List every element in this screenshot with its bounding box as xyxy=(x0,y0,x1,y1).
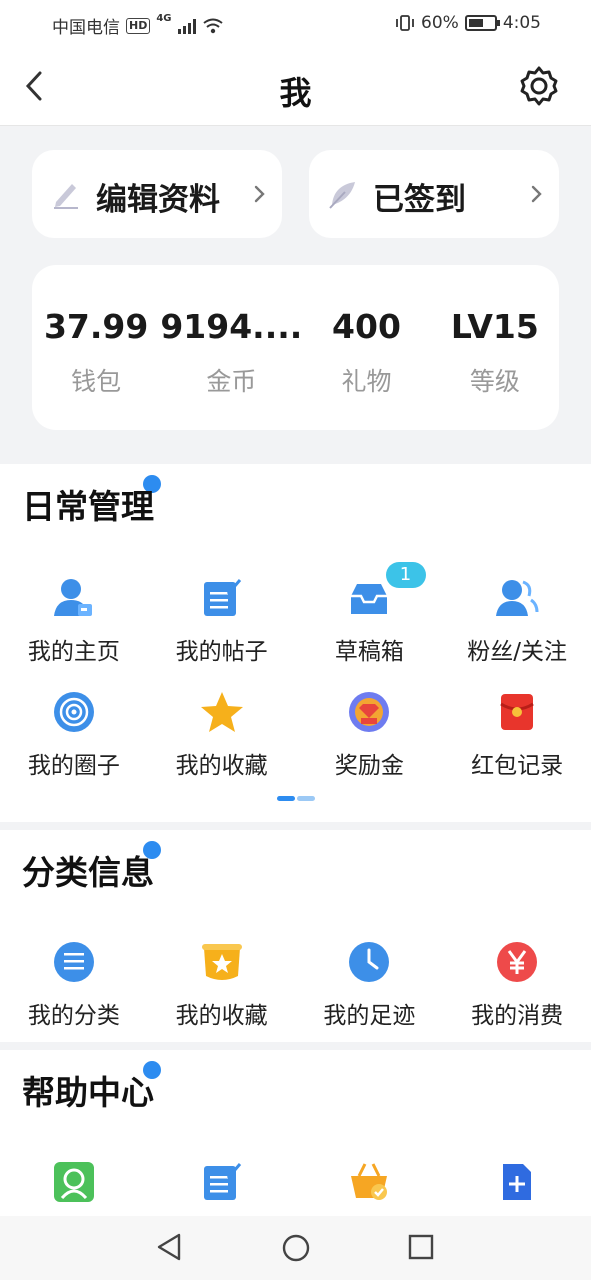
system-home-icon[interactable] xyxy=(281,1233,311,1263)
page-indicator xyxy=(277,796,315,801)
battery-icon xyxy=(464,15,500,31)
grid-item-my-category[interactable]: 我的分类 xyxy=(0,940,148,1054)
user-search-icon xyxy=(53,1162,94,1202)
page-title: 我 xyxy=(279,74,312,112)
daily-grid: 我的主页 我的帖子 1 草稿箱 粉丝/关注 我的圈子 我的收藏 奖励金 红包记录 xyxy=(0,562,591,804)
followers-icon xyxy=(496,580,539,616)
network-type: 4G xyxy=(156,13,172,24)
grid-item-followers[interactable]: 粉丝/关注 xyxy=(443,576,591,690)
grid-item-label: 粉丝/关注 xyxy=(467,639,567,665)
section-title: 帮助中心 xyxy=(22,1073,154,1112)
favorite-box-icon xyxy=(201,944,242,980)
section-title: 分类信息 xyxy=(22,853,154,892)
grid-item-drafts[interactable]: 1 草稿箱 xyxy=(296,562,444,690)
system-back-icon[interactable] xyxy=(155,1232,183,1262)
stat-gifts[interactable]: 400 礼物 xyxy=(302,265,430,430)
inbox-tray-icon xyxy=(351,584,388,614)
red-envelope-icon xyxy=(500,694,534,730)
category-grid: 我的分类 我的收藏 我的足迹 我的消费 xyxy=(0,940,591,1054)
vibrate-icon xyxy=(396,15,414,31)
top-action-cards: 编辑资料 已签到 xyxy=(32,150,559,238)
basket-check-icon xyxy=(351,1163,388,1200)
chevron-right-icon xyxy=(531,185,542,203)
circle-target-icon xyxy=(53,692,94,732)
stat-value: LV15 xyxy=(450,307,539,346)
stat-level[interactable]: LV15 等级 xyxy=(431,265,559,430)
system-nav-bar xyxy=(0,1216,591,1280)
post-edit-icon xyxy=(203,579,241,616)
top-nav-bar: 我 xyxy=(0,48,591,126)
stat-value: 400 xyxy=(332,307,401,346)
grid-item-my-circle[interactable]: 我的圈子 xyxy=(0,690,148,804)
grid-item-label: 我的帖子 xyxy=(175,639,268,665)
stat-value: 37.99 xyxy=(43,307,149,346)
grid-item-label: 我的足迹 xyxy=(323,1003,416,1029)
battery-percent: 60% xyxy=(421,13,459,33)
stat-label: 礼物 xyxy=(341,367,392,396)
draft-count-badge: 1 xyxy=(385,562,426,588)
grid-item-my-posts[interactable]: 我的帖子 xyxy=(148,576,296,690)
section-title: 日常管理 xyxy=(22,487,154,526)
edit-profile-label: 编辑资料 xyxy=(96,182,220,218)
stat-label: 等级 xyxy=(469,367,520,396)
file-add-icon xyxy=(503,1164,532,1200)
clock-icon xyxy=(349,942,390,982)
stats-card: 37.99 钱包 9194.... 金币 400 礼物 LV15 等级 xyxy=(32,265,559,430)
user-card-icon xyxy=(53,579,92,616)
chevron-right-icon xyxy=(254,185,265,203)
status-bar: 中国电信 HD 4G 60% 4:05 xyxy=(0,0,591,48)
grid-item-label: 我的收藏 xyxy=(175,1003,268,1029)
grid-item-label: 我的分类 xyxy=(27,1003,120,1029)
stat-wallet[interactable]: 37.99 钱包 xyxy=(32,265,160,430)
stat-value: 9194.... xyxy=(160,307,303,346)
system-recents-icon[interactable] xyxy=(408,1234,434,1260)
carrier-name: 中国电信 xyxy=(52,18,120,38)
stat-coins[interactable]: 9194.... 金币 xyxy=(160,265,302,430)
feather-icon xyxy=(329,182,355,209)
stat-label: 钱包 xyxy=(71,367,122,396)
checked-in-label: 已签到 xyxy=(373,182,466,218)
category-info-section: 分类信息 我的分类 我的收藏 我的足迹 我的消费 xyxy=(0,830,591,1042)
grid-item-label: 我的消费 xyxy=(471,1003,564,1029)
grid-item-label: 我的主页 xyxy=(27,639,120,665)
grid-item-my-footprint[interactable]: 我的足迹 xyxy=(296,940,444,1054)
help-center-section: 帮助中心 xyxy=(0,1050,591,1216)
checked-in-card[interactable]: 已签到 xyxy=(309,150,559,238)
grid-item-label: 我的收藏 xyxy=(175,753,268,779)
grid-item-red-envelope[interactable]: 红包记录 xyxy=(443,690,591,804)
daily-management-section: 日常管理 我的主页 我的帖子 1 草稿箱 粉丝/关注 我的圈子 我的收藏 奖励金… xyxy=(0,464,591,822)
grid-item-my-collection[interactable]: 我的收藏 xyxy=(148,940,296,1054)
grid-item-reward[interactable]: 奖励金 xyxy=(296,690,444,804)
grid-item-my-spending[interactable]: 我的消费 xyxy=(443,940,591,1054)
grid-item-label: 奖励金 xyxy=(334,753,404,779)
grid-item-my-homepage[interactable]: 我的主页 xyxy=(0,576,148,690)
edit-profile-card[interactable]: 编辑资料 xyxy=(32,150,282,238)
grid-item-label: 草稿箱 xyxy=(334,639,404,665)
grid-item-label: 我的圈子 xyxy=(27,753,120,779)
hd-icon: HD xyxy=(126,17,151,34)
star-icon xyxy=(200,692,243,732)
stat-label: 金币 xyxy=(206,367,257,396)
grid-item-label: 红包记录 xyxy=(471,753,564,779)
gear-icon[interactable] xyxy=(517,64,561,108)
yen-icon xyxy=(497,942,538,982)
wifi-icon xyxy=(202,18,223,33)
post-edit-icon xyxy=(203,1163,241,1200)
grid-item-my-favorites[interactable]: 我的收藏 xyxy=(148,690,296,804)
clock-time: 4:05 xyxy=(502,13,541,33)
reward-icon xyxy=(349,692,390,732)
list-circle-icon xyxy=(53,942,94,982)
signal-icon xyxy=(177,18,196,34)
edit-pen-icon xyxy=(54,184,78,209)
